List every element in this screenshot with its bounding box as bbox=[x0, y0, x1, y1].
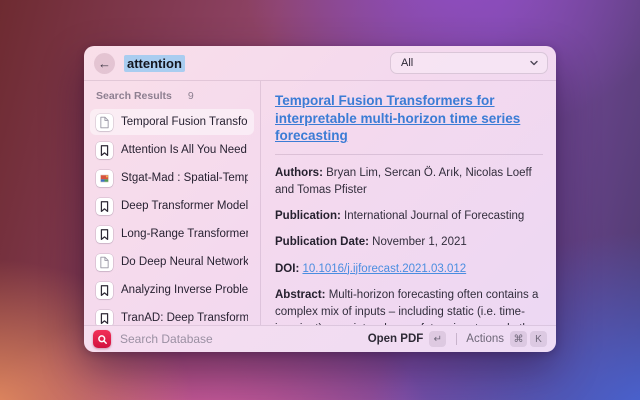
publication-date-line: Publication Date: November 1, 2021 bbox=[275, 234, 543, 251]
result-list-item[interactable]: Stgat-Mad : Spatial-Temporal Gr... bbox=[90, 165, 254, 191]
paper-detail-panel: Temporal Fusion Transformers for interpr… bbox=[261, 81, 556, 325]
result-item-label: Analyzing Inverse Problems with... bbox=[121, 284, 248, 296]
result-list-item[interactable]: Deep Transformer Models for Ti... bbox=[90, 193, 254, 219]
result-item-label: TranAD: Deep Transformer Net... bbox=[121, 312, 248, 324]
doi-link[interactable]: 10.1016/j.ijforecast.2021.03.012 bbox=[302, 263, 466, 275]
result-item-label: Deep Transformer Models for Ti... bbox=[121, 200, 248, 212]
image-icon bbox=[96, 170, 113, 187]
publication-date-label: Publication Date: bbox=[275, 236, 369, 248]
back-arrow-icon: ← bbox=[98, 56, 111, 71]
k-keycap: K bbox=[530, 331, 547, 347]
search-query-input[interactable]: attention bbox=[124, 55, 185, 72]
search-database-input[interactable]: Search Database bbox=[120, 332, 368, 346]
result-item-label: Long-Range Transformers for D... bbox=[121, 228, 248, 240]
chevron-down-icon bbox=[529, 58, 539, 68]
result-item-label: Stgat-Mad : Spatial-Temporal Gr... bbox=[121, 172, 248, 184]
search-app-window: ← attention All Search Results 9 Tempora… bbox=[84, 46, 556, 352]
results-header: Search Results 9 bbox=[90, 88, 254, 109]
paper-title-link[interactable]: Temporal Fusion Transformers for interpr… bbox=[275, 92, 543, 145]
publication-value: International Journal of Forecasting bbox=[344, 210, 524, 222]
result-item-label: Attention Is All You Need bbox=[121, 144, 248, 156]
bookmark-icon bbox=[96, 226, 113, 243]
results-list: Temporal Fusion Transformers f... Attent… bbox=[90, 109, 254, 325]
bookmark-icon bbox=[96, 142, 113, 159]
bottom-action-bar: Search Database Open PDF ↵ Actions ⌘ K bbox=[84, 325, 556, 352]
filter-dropdown[interactable]: All bbox=[390, 52, 548, 74]
authors-line: Authors: Bryan Lim, Sercan Ö. Arık, Nico… bbox=[275, 165, 543, 200]
top-bar: ← attention All bbox=[84, 46, 556, 80]
doi-label: DOI: bbox=[275, 263, 299, 275]
bottombar-divider bbox=[456, 333, 457, 345]
result-item-label: Temporal Fusion Transformers f... bbox=[121, 116, 248, 128]
authors-label: Authors: bbox=[275, 167, 323, 179]
content-area: Search Results 9 Temporal Fusion Transfo… bbox=[84, 80, 556, 325]
bookmark-icon bbox=[96, 198, 113, 215]
result-list-item[interactable]: Long-Range Transformers for D... bbox=[90, 221, 254, 247]
publication-line: Publication: International Journal of Fo… bbox=[275, 208, 543, 225]
back-button[interactable]: ← bbox=[94, 53, 115, 74]
result-list-item[interactable]: TranAD: Deep Transformer Net... bbox=[90, 305, 254, 325]
result-list-item[interactable]: Temporal Fusion Transformers f... bbox=[90, 109, 254, 135]
results-header-label: Search Results bbox=[96, 90, 172, 102]
return-keycap: ↵ bbox=[429, 331, 446, 347]
result-list-item[interactable]: Analyzing Inverse Problems with... bbox=[90, 277, 254, 303]
app-logo-icon bbox=[93, 330, 111, 348]
doi-line: DOI: 10.1016/j.ijforecast.2021.03.012 bbox=[275, 261, 543, 278]
detail-divider bbox=[275, 154, 543, 155]
bookmark-icon bbox=[96, 310, 113, 326]
bookmark-icon bbox=[96, 282, 113, 299]
magnifier-icon bbox=[96, 333, 109, 346]
results-count: 9 bbox=[188, 90, 194, 102]
publication-date-value: November 1, 2021 bbox=[372, 236, 467, 248]
result-item-label: Do Deep Neural Networks Contr... bbox=[121, 256, 248, 268]
filter-dropdown-value: All bbox=[401, 57, 413, 69]
open-pdf-button[interactable]: Open PDF bbox=[368, 333, 424, 345]
result-list-item[interactable]: Attention Is All You Need bbox=[90, 137, 254, 163]
document-icon bbox=[96, 114, 113, 131]
results-panel: Search Results 9 Temporal Fusion Transfo… bbox=[84, 81, 261, 325]
abstract-paragraph: Abstract: Multi-horizon forecasting ofte… bbox=[275, 287, 543, 325]
document-icon bbox=[96, 254, 113, 271]
abstract-label: Abstract: bbox=[275, 289, 325, 301]
cmd-keycap: ⌘ bbox=[510, 331, 527, 347]
publication-label: Publication: bbox=[275, 210, 341, 222]
result-list-item[interactable]: Do Deep Neural Networks Contr... bbox=[90, 249, 254, 275]
actions-button[interactable]: Actions bbox=[466, 333, 504, 345]
